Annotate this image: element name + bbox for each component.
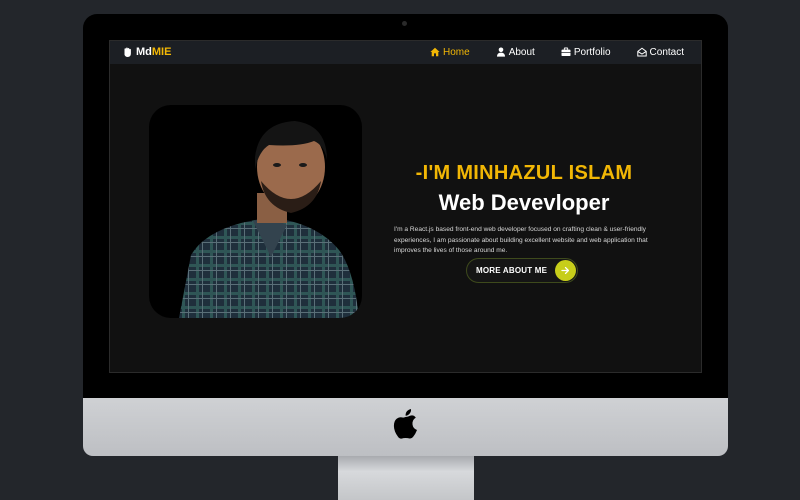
nav-home[interactable]: Home <box>430 47 470 58</box>
cta-label: MORE ABOUT ME <box>476 266 548 275</box>
hero-greeting: -I'M MINHAZUL ISLAM <box>415 162 633 184</box>
apple-logo-icon <box>393 409 417 439</box>
hero-role: Web Devevloper <box>438 190 610 215</box>
brand-logo[interactable]: Md MIE <box>123 45 171 59</box>
nav-about-label: About <box>508 46 535 58</box>
nav-contact-label: Contact <box>649 46 684 58</box>
arrow-right-icon <box>555 260 576 281</box>
webcam-dot <box>402 21 407 26</box>
hero-text: -I'M MINHAZUL ISLAM Web Devevloper I'm a… <box>394 160 654 257</box>
brand-accent: MIE <box>151 46 172 58</box>
hand-icon <box>124 47 131 57</box>
more-about-me-button[interactable]: MORE ABOUT ME <box>466 258 578 283</box>
monitor-stand <box>338 456 474 500</box>
nav-portfolio[interactable]: Portfolio <box>561 47 611 58</box>
website-screen: Md MIE Home About Portfolio Contact -I'M… <box>109 40 702 373</box>
nav-home-label: Home <box>443 46 470 58</box>
user-icon <box>496 47 505 57</box>
briefcase-icon <box>561 47 571 56</box>
navbar: Md MIE Home About Portfolio Contact <box>109 40 702 64</box>
hero-bio: I'm a React.js based front-end web devel… <box>394 226 648 254</box>
profile-photo <box>149 105 362 318</box>
home-icon <box>430 47 440 57</box>
nav-about[interactable]: About <box>496 47 535 58</box>
monitor-chin <box>83 398 728 456</box>
main-nav: Home About Portfolio Contact <box>430 45 684 59</box>
envelope-open-icon <box>636 47 647 57</box>
profile-portrait <box>179 121 359 318</box>
nav-contact[interactable]: Contact <box>636 46 684 58</box>
brand-prefix: Md <box>136 46 152 58</box>
nav-portfolio-label: Portfolio <box>573 46 611 58</box>
